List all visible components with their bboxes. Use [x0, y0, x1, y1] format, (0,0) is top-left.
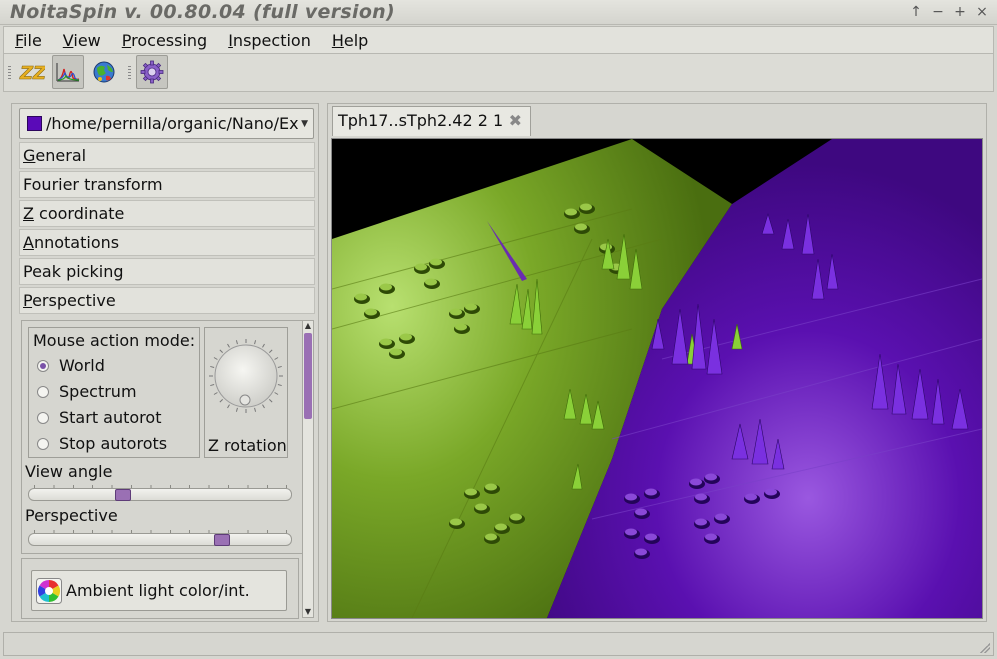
globe-icon	[93, 61, 115, 83]
dial-indicator	[239, 394, 251, 406]
settings-scrollbar[interactable]: ▲ ▼	[302, 320, 314, 618]
mouse-mode-label: Mouse action mode:	[33, 331, 196, 350]
status-bar	[3, 632, 994, 656]
chevron-down-icon: ▼	[301, 119, 308, 129]
z-rotation-label: Z rotation	[208, 436, 287, 455]
zz-button[interactable]: ZZ	[16, 55, 48, 89]
dataset-color-swatch	[27, 116, 42, 131]
mouse-mode-group: Mouse action mode: World Spectrum Start …	[28, 327, 200, 458]
menu-view[interactable]: View	[51, 31, 110, 50]
dataset-path: /home/pernilla/organic/Nano/Ex	[46, 114, 298, 133]
section-annotations[interactable]: Annotations	[19, 229, 315, 256]
view-angle-slider[interactable]	[28, 488, 292, 501]
scroll-up-icon[interactable]: ▲	[303, 321, 313, 331]
mode-stop-autorots-radio[interactable]: Stop autorots	[37, 434, 167, 453]
close-tab-icon[interactable]: ✖	[509, 107, 522, 135]
spectrum-plot-button[interactable]	[52, 55, 84, 89]
settings-button[interactable]	[136, 55, 168, 89]
globe-button[interactable]	[88, 55, 120, 89]
mode-spectrum-radio[interactable]: Spectrum	[37, 382, 137, 401]
perspective-settings: Mouse action mode: World Spectrum Start …	[21, 320, 309, 554]
radio-icon	[37, 411, 49, 424]
section-peak-picking[interactable]: Peak picking	[19, 258, 315, 285]
z-rotation-dial[interactable]	[205, 328, 287, 432]
radio-icon	[37, 437, 49, 450]
menu-bar: File View Processing Inspection Help	[3, 26, 994, 54]
perspective-slider[interactable]	[28, 533, 292, 546]
menu-inspection[interactable]: Inspection	[216, 31, 320, 50]
ambient-light-group: Ambient light color/int.	[21, 558, 299, 619]
toolbar: ZZ	[3, 54, 994, 92]
zz-icon: ZZ	[19, 63, 45, 83]
section-perspective[interactable]: Perspective	[19, 287, 315, 314]
perspective-slider-label: Perspective	[25, 506, 118, 525]
title-bar: NoitaSpin v. 00.80.04 (full version) ↑ −…	[0, 0, 997, 25]
radio-icon	[37, 385, 49, 398]
radio-selected-icon	[37, 359, 49, 372]
menu-processing[interactable]: Processing	[110, 31, 216, 50]
mode-world-radio[interactable]: World	[37, 356, 105, 375]
section-general[interactable]: General	[19, 142, 315, 169]
scroll-down-icon[interactable]: ▼	[303, 607, 313, 617]
section-z-coordinate[interactable]: Z coordinate	[19, 200, 315, 227]
view-angle-slider-handle[interactable]	[115, 489, 132, 501]
settings-panel: /home/pernilla/organic/Nano/Ex ▼ General…	[11, 103, 319, 622]
toolbar-grip-2[interactable]	[128, 66, 131, 80]
section-fourier-transform[interactable]: Fourier transform	[19, 171, 315, 198]
z-rotation-group: Z rotation	[204, 327, 288, 458]
toolbar-grip[interactable]	[8, 66, 11, 80]
minimize-button[interactable]: −	[931, 3, 945, 21]
keep-above-button[interactable]: ↑	[909, 3, 923, 21]
tab-spectrum[interactable]: Tph17..sTph2.42 2 1 ✖	[332, 106, 531, 136]
window-title: NoitaSpin v. 00.80.04 (full version)	[10, 1, 395, 23]
3d-spectrum-viewport[interactable]	[331, 138, 983, 619]
mode-start-autorot-radio[interactable]: Start autorot	[37, 408, 161, 427]
view-angle-label: View angle	[25, 462, 113, 481]
color-wheel-icon	[36, 577, 62, 604]
settings-gear-icon	[140, 60, 164, 84]
spectrum-plot-icon	[56, 63, 80, 82]
perspective-slider-handle[interactable]	[213, 534, 230, 546]
dataset-combo[interactable]: /home/pernilla/organic/Nano/Ex ▼	[19, 108, 314, 139]
resize-grip-icon[interactable]	[980, 643, 990, 653]
scrollbar-thumb[interactable]	[304, 333, 312, 419]
maximize-button[interactable]: +	[953, 3, 967, 21]
menu-help[interactable]: Help	[320, 31, 377, 50]
tab-label: Tph17..sTph2.42 2 1	[338, 111, 504, 130]
spectrum-view-panel: Tph17..sTph2.42 2 1 ✖	[327, 103, 987, 622]
ambient-light-label: Ambient light color/int.	[66, 581, 250, 600]
3d-spectrum-render	[332, 139, 982, 618]
close-window-button[interactable]: ×	[975, 3, 989, 21]
ambient-light-button[interactable]: Ambient light color/int.	[31, 570, 287, 611]
svg-text:ZZ: ZZ	[19, 63, 45, 83]
menu-file[interactable]: File	[4, 31, 51, 50]
